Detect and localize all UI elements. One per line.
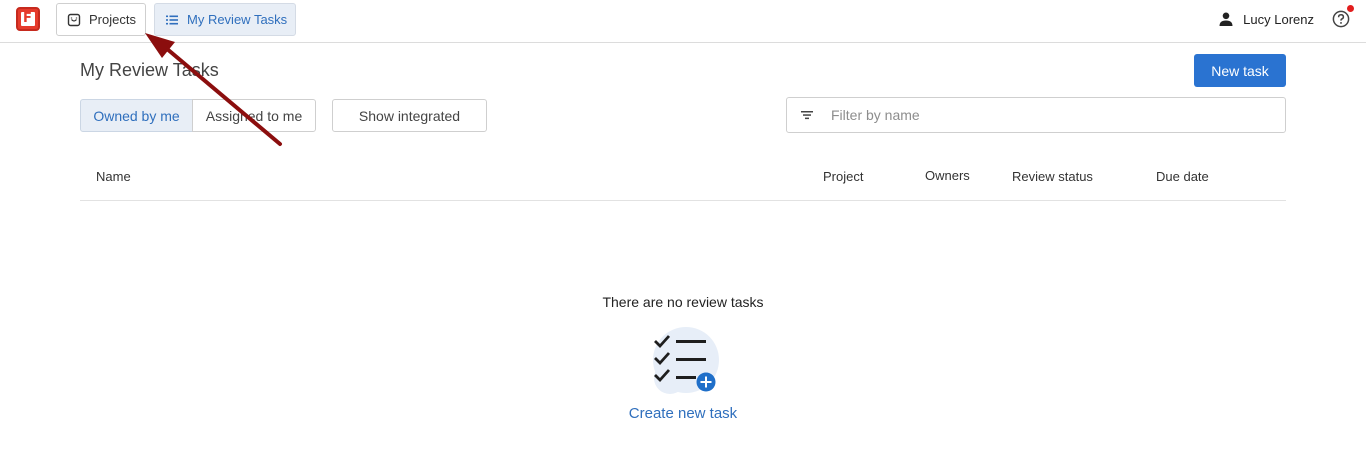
help-icon[interactable] <box>1332 10 1350 28</box>
user-menu[interactable]: Lucy Lorenz <box>1218 11 1314 27</box>
nav-my-review-tasks-button[interactable]: My Review Tasks <box>154 3 296 36</box>
task-checklist-illustration-icon <box>653 327 719 394</box>
notification-dot <box>1347 5 1354 12</box>
filter-by-name-input[interactable] <box>831 107 1251 123</box>
empty-state-message: There are no review tasks <box>602 294 764 310</box>
column-header-project[interactable]: Project <box>823 169 863 184</box>
table-header-divider <box>80 200 1286 201</box>
user-name: Lucy Lorenz <box>1243 11 1314 27</box>
page-title: My Review Tasks <box>80 60 219 80</box>
column-header-review-status[interactable]: Review status <box>1012 169 1093 184</box>
app-logo[interactable]: F <box>16 7 40 31</box>
column-header-owners[interactable]: Owners <box>925 168 970 183</box>
new-task-button[interactable]: New task <box>1194 54 1286 87</box>
assigned-to-me-toggle[interactable]: Assigned to me <box>192 99 316 132</box>
column-header-due-date[interactable]: Due date <box>1156 169 1209 184</box>
nav-projects-label: Projects <box>89 12 136 27</box>
user-icon <box>1219 12 1233 26</box>
show-integrated-button[interactable]: Show integrated <box>332 99 487 132</box>
column-header-name[interactable]: Name <box>96 169 131 184</box>
nav-tasks-label: My Review Tasks <box>187 12 288 27</box>
logo-letter: F <box>23 11 32 26</box>
nav-projects-button[interactable]: Projects <box>56 3 146 36</box>
owned-by-me-toggle[interactable]: Owned by me <box>80 99 193 132</box>
filter-field[interactable] <box>786 97 1286 133</box>
top-bar: F Projects My Review Tasks Lucy Lorenz <box>0 0 1366 43</box>
filter-icon <box>801 111 813 120</box>
list-icon <box>166 15 178 24</box>
create-new-task-link[interactable]: Create new task <box>0 405 1366 422</box>
projects-icon <box>67 13 81 26</box>
